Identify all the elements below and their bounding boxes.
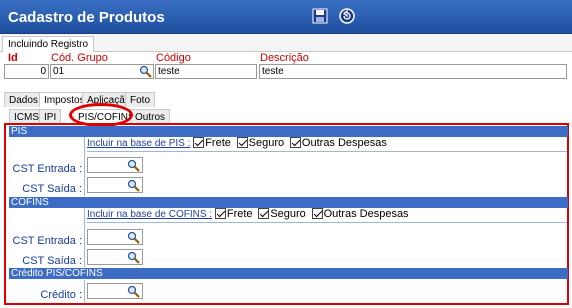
cofins-include-row: Incluir na base de COFINS : Frete Seguro… xyxy=(87,207,567,223)
codigo-field[interactable]: teste xyxy=(155,64,257,79)
pis-seguro-label: Seguro xyxy=(248,137,285,149)
cofins-cst-entrada-label: CST Entrada : xyxy=(12,235,83,247)
cofins-outras-checkbox[interactable] xyxy=(311,208,323,219)
grupo-value: 01 xyxy=(53,66,65,77)
search-icon[interactable] xyxy=(127,159,140,172)
cofins-include-label: Incluir na base de COFINS : xyxy=(87,209,213,220)
cofins-frete-label: Frete xyxy=(226,208,253,220)
cofins-seguro-label: Seguro xyxy=(270,208,306,220)
grupo-field[interactable]: 01 xyxy=(50,64,154,79)
tab-dados[interactable]: Dados xyxy=(4,92,43,107)
cofins-cst-saida-input[interactable] xyxy=(87,249,143,265)
tab-outros[interactable]: Outros xyxy=(130,109,171,124)
floppy-disk-icon[interactable] xyxy=(312,8,328,24)
tab-foto[interactable]: Foto xyxy=(125,92,156,107)
cofins-outras-label: Outras Despesas xyxy=(323,208,409,220)
credito-section-header: Crédito PIS/COFINS xyxy=(9,268,568,279)
cofins-cst-saida-label: CST Saída : xyxy=(22,255,82,267)
search-icon[interactable] xyxy=(127,231,140,244)
pis-outras-checkbox[interactable] xyxy=(289,137,301,148)
tab-incluindo-registro[interactable]: Incluindo Registro xyxy=(2,36,95,52)
pis-cst-saida-input[interactable] xyxy=(87,177,143,193)
title-bar: Cadastro de Produtos xyxy=(0,0,572,34)
cofins-cst-entrada-input[interactable] xyxy=(87,229,143,245)
tax-tabstrip: ICMS IPI PIS/COFINS Outros xyxy=(9,109,309,124)
credito-input[interactable] xyxy=(87,283,143,299)
credito-label: Crédito : xyxy=(40,289,82,301)
tab-ipi[interactable]: IPI xyxy=(39,109,62,124)
pis-frete-label: Frete xyxy=(205,137,231,149)
pis-seguro-checkbox[interactable] xyxy=(236,137,248,148)
undo-icon[interactable] xyxy=(339,8,355,24)
pis-include-label: Incluir na base de PIS : xyxy=(87,138,191,149)
search-icon[interactable] xyxy=(127,285,140,298)
pis-outras-label: Outras Despesas xyxy=(301,137,387,149)
pis-include-row: Incluir na base de PIS : Frete Seguro Ou… xyxy=(87,136,567,152)
cofins-divider xyxy=(84,208,85,267)
cofins-frete-checkbox[interactable] xyxy=(214,208,226,219)
window-title: Cadastro de Produtos xyxy=(8,9,165,26)
codigo-label: Código xyxy=(156,52,191,64)
pis-frete-checkbox[interactable] xyxy=(193,137,205,148)
id-field[interactable]: 0 xyxy=(4,64,49,79)
search-icon[interactable] xyxy=(139,65,152,78)
grupo-label: Cód. Grupo xyxy=(51,52,108,64)
descricao-label: Descrição xyxy=(260,52,309,64)
credito-divider xyxy=(84,280,85,302)
id-label: Id xyxy=(8,52,18,64)
pis-cst-entrada-input[interactable] xyxy=(87,157,143,173)
search-icon[interactable] xyxy=(127,179,140,192)
descricao-field[interactable]: teste xyxy=(259,64,567,79)
pis-divider xyxy=(84,137,85,196)
pis-cst-saida-label: CST Saída : xyxy=(22,183,82,195)
main-tabstrip: Dados Impostos Aplicação Foto xyxy=(4,92,304,107)
mode-tab-row: Incluindo Registro xyxy=(0,34,572,52)
search-icon[interactable] xyxy=(127,251,140,264)
cofins-seguro-checkbox[interactable] xyxy=(258,208,270,219)
pis-cst-entrada-label: CST Entrada : xyxy=(12,163,83,175)
